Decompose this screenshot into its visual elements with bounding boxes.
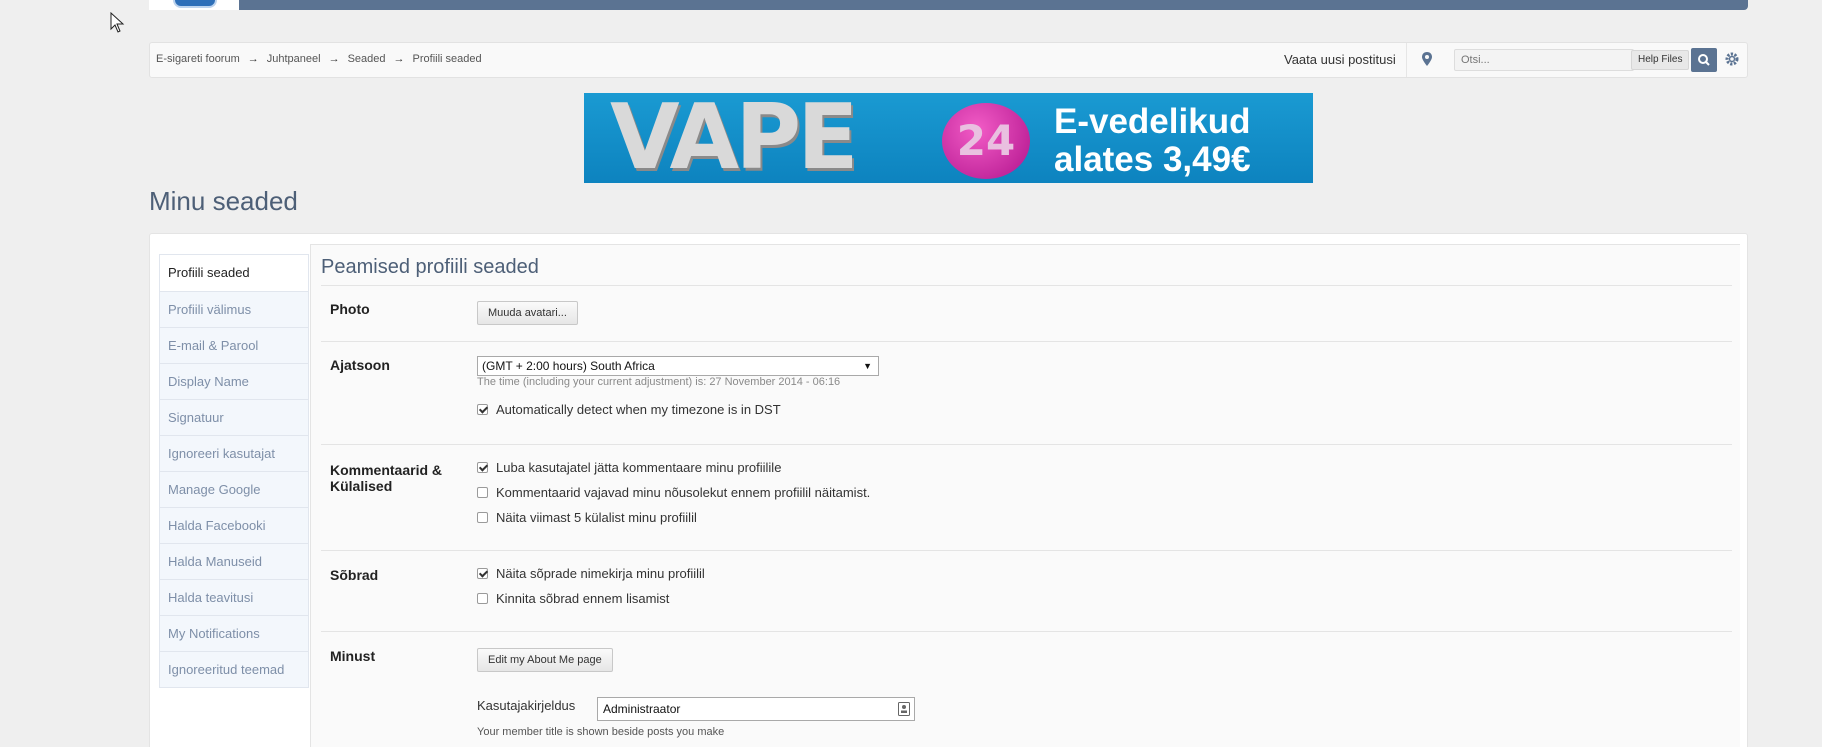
sidebar-item-profile-settings[interactable]: Profiili seaded	[160, 255, 308, 291]
show-friends-checkbox[interactable]	[477, 568, 488, 580]
friends-option[interactable]: Näita sõprade nimekirja minu profiilil	[477, 566, 705, 582]
breadcrumb-separator: →	[393, 53, 405, 65]
banner-tagline: E-vedelikud alates 3,49€	[1054, 103, 1251, 179]
member-title-hint: Your member title is shown beside posts …	[477, 726, 725, 738]
map-pin-icon[interactable]	[1420, 51, 1434, 67]
dropdown-arrow-icon: ▼	[863, 361, 872, 371]
divider	[321, 631, 1732, 632]
gear-icon[interactable]	[1724, 51, 1740, 67]
member-title-input[interactable]: Administraator	[597, 697, 915, 721]
show-visitors-label: Näita viimast 5 külalist minu profiilil	[496, 510, 697, 525]
allow-comments-label: Luba kasutajatel jätta kommentaare minu …	[496, 460, 782, 475]
friends-label: Sõbrad	[330, 567, 379, 583]
banner-badge: 24	[942, 103, 1030, 179]
member-title-label: Kasutajakirjeldus	[477, 698, 576, 713]
section-title: Peamised profiili seaded	[321, 256, 539, 278]
banner-line-1: E-vedelikud	[1054, 102, 1251, 141]
breadcrumb-item-control-panel[interactable]: Juhtpaneel	[267, 53, 321, 65]
breadcrumb-item-settings[interactable]: Seaded	[348, 53, 386, 65]
about-me-label: Minust	[330, 648, 376, 664]
sidebar-item-signature[interactable]: Signatuur	[160, 399, 308, 435]
show-friends-label: Näita sõprade nimekirja minu profiilil	[496, 566, 705, 581]
divider	[321, 285, 1732, 286]
advertisement-banner[interactable]: VAPE 24 E-vedelikud alates 3,49€	[584, 93, 1313, 183]
member-title-value: Administraator	[603, 702, 681, 716]
comments-option[interactable]: Luba kasutajatel jätta kommentaare minu …	[477, 460, 781, 476]
dst-label: Automatically detect when my timezone is…	[496, 402, 781, 417]
show-visitors-checkbox[interactable]	[477, 512, 488, 524]
settings-sidebar: Profiili seaded Profiili välimus E-mail …	[159, 254, 309, 688]
search-input[interactable]	[1455, 50, 1625, 70]
page-title: Minu seaded	[149, 186, 298, 216]
top-navigation-bar	[149, 0, 1748, 10]
dst-option[interactable]: Automatically detect when my timezone is…	[477, 402, 781, 418]
timezone-select[interactable]: (GMT + 2:00 hours) South Africa ▼	[477, 356, 879, 376]
sidebar-item-display-name[interactable]: Display Name	[160, 363, 308, 399]
logo-seal-icon	[173, 0, 217, 8]
friends-option[interactable]: Kinnita sõbrad ennem lisamist	[477, 591, 669, 607]
breadcrumb-item-forum[interactable]: E-sigareti foorum	[156, 53, 240, 65]
search-button[interactable]	[1691, 48, 1717, 72]
change-avatar-button[interactable]: Muuda avatari...	[477, 301, 578, 325]
dst-checkbox[interactable]	[477, 404, 488, 416]
approve-friends-checkbox[interactable]	[477, 593, 488, 605]
banner-brand: VAPE	[610, 93, 859, 183]
help-files-button[interactable]: Help Files	[1631, 50, 1690, 70]
photo-label: Photo	[330, 301, 370, 317]
allow-comments-checkbox[interactable]	[477, 462, 488, 474]
comments-option[interactable]: Näita viimast 5 külalist minu profiilil	[477, 510, 697, 526]
mouse-cursor-icon	[110, 12, 125, 33]
divider	[321, 550, 1732, 551]
breadcrumb: E-sigareti foorum → Juhtpaneel → Seaded → Prof…	[156, 53, 482, 65]
sidebar-item-manage-notifications[interactable]: Halda teavitusi	[160, 579, 308, 615]
sidebar-item-email-password[interactable]: E-mail & Parool	[160, 327, 308, 363]
approve-comments-checkbox[interactable]	[477, 487, 488, 499]
sidebar-item-manage-google[interactable]: Manage Google	[160, 471, 308, 507]
banner-line-2: alates 3,49€	[1054, 140, 1251, 179]
settings-content: Peamised profiili seaded Photo Muuda ava…	[310, 244, 1740, 747]
breadcrumb-separator: →	[247, 53, 259, 65]
contact-card-icon	[898, 702, 910, 716]
breadcrumb-separator: →	[328, 53, 340, 65]
comments-option[interactable]: Kommentaarid vajavad minu nõusolekut enn…	[477, 485, 870, 501]
site-logo[interactable]	[149, 0, 239, 10]
approve-comments-label: Kommentaarid vajavad minu nõusolekut enn…	[496, 485, 871, 500]
divider	[321, 341, 1732, 342]
search-box	[1454, 49, 1634, 71]
search-icon	[1698, 54, 1710, 66]
sidebar-item-manage-facebook[interactable]: Halda Facebooki	[160, 507, 308, 543]
settings-panel: Profiili seaded Profiili välimus E-mail …	[149, 233, 1748, 747]
edit-about-me-button[interactable]: Edit my About Me page	[477, 648, 613, 672]
sidebar-item-my-notifications[interactable]: My Notifications	[160, 615, 308, 651]
divider	[321, 444, 1732, 445]
view-new-posts-link[interactable]: Vaata uusi postitusi	[1284, 52, 1396, 67]
divider	[1406, 43, 1407, 77]
timezone-selected-value: (GMT + 2:00 hours) South Africa	[482, 359, 655, 373]
sidebar-item-manage-attachments[interactable]: Halda Manuseid	[160, 543, 308, 579]
approve-friends-label: Kinnita sõbrad ennem lisamist	[496, 591, 670, 606]
breadcrumb-bar: E-sigareti foorum → Juhtpaneel → Seaded → Prof…	[149, 42, 1748, 78]
sidebar-item-ignore-user[interactable]: Ignoreeri kasutajat	[160, 435, 308, 471]
sidebar-item-profile-appearance[interactable]: Profiili välimus	[160, 291, 308, 327]
breadcrumb-item-profile-settings[interactable]: Profiili seaded	[413, 53, 482, 65]
current-time-hint: The time (including your current adjustm…	[477, 376, 841, 388]
sidebar-item-ignored-topics[interactable]: Ignoreeritud teemad	[160, 651, 308, 687]
comments-visitors-label: Kommentaarid & Külalised	[330, 462, 443, 494]
timezone-label: Ajatsoon	[330, 357, 390, 373]
